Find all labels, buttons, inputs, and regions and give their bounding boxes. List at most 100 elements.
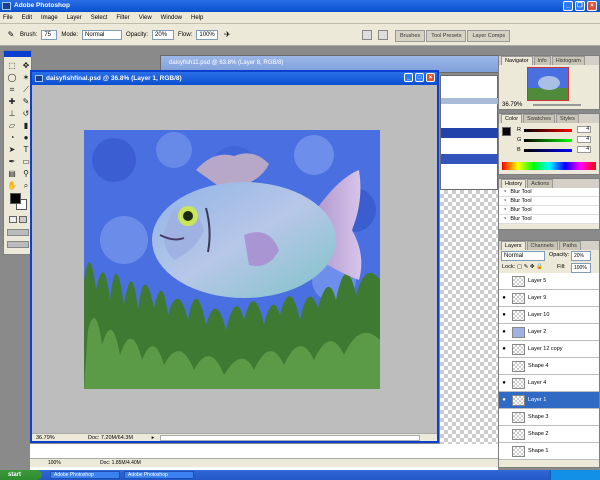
green-value[interactable]: 4 — [577, 136, 591, 143]
tab-info[interactable]: Info — [533, 56, 551, 65]
color-fg-swatch[interactable] — [502, 127, 511, 136]
layer-row[interactable]: ● Layer 2 — [499, 324, 599, 341]
menu-layer[interactable]: Layer — [67, 15, 82, 21]
tab-paths[interactable]: Paths — [558, 241, 581, 250]
zoom-readout[interactable]: 36.79% — [36, 434, 55, 442]
history-item[interactable]: ◔ Blur Tool — [499, 206, 599, 215]
taskbar-item[interactable]: Adobe Photoshop — [50, 471, 120, 479]
foreground-color-swatch[interactable] — [10, 193, 21, 204]
eraser-tool-icon[interactable]: ▱ — [6, 120, 18, 131]
pen-tool-icon[interactable]: ✒ — [6, 156, 18, 167]
doc-maximize-button[interactable]: □ — [415, 73, 424, 82]
doc-close-button[interactable]: × — [426, 73, 435, 82]
visibility-eye-icon[interactable]: ● — [499, 295, 509, 301]
layer-row[interactable]: Shape 2 — [499, 426, 599, 443]
opacity-field[interactable]: 20% — [152, 29, 175, 40]
start-button[interactable]: start — [0, 470, 42, 480]
blue-value[interactable]: 4 — [577, 146, 591, 153]
minimize-button[interactable]: _ — [563, 1, 573, 11]
tab-actions[interactable]: Actions — [527, 179, 554, 188]
menu-filter[interactable]: Filter — [116, 15, 129, 21]
menu-view[interactable]: View — [139, 15, 152, 21]
jump-to-imageready-icon[interactable] — [7, 241, 29, 248]
history-item[interactable]: ◔ Blur Tool — [499, 188, 599, 197]
tab-styles[interactable]: Styles — [556, 114, 579, 123]
visibility-eye-icon[interactable]: ● — [499, 329, 509, 335]
fill-field[interactable]: 100% — [571, 263, 591, 273]
green-slider[interactable] — [524, 139, 572, 142]
marquee-tool-icon[interactable]: ⬚ — [6, 60, 18, 71]
tab-layers[interactable]: Layers — [501, 241, 526, 250]
navigator-zoom-slider[interactable] — [533, 104, 581, 106]
doc-minimize-button[interactable]: _ — [404, 73, 413, 82]
history-item[interactable]: ◔ Blur Tool — [499, 197, 599, 206]
bg-zoom-readout[interactable]: 100% — [48, 459, 61, 467]
well-tab-brushes[interactable]: Brushes — [395, 30, 426, 42]
status-arrow-icon[interactable]: ▸ — [150, 434, 156, 442]
color-spectrum-bar[interactable] — [502, 162, 596, 170]
mode-select[interactable]: Normal — [82, 29, 123, 40]
blur-tool-icon[interactable]: ✎ — [6, 30, 16, 40]
history-item[interactable]: ◔ Blur Tool — [499, 215, 599, 224]
clone-stamp-icon[interactable]: ⊥ — [6, 108, 18, 119]
taskbar-item[interactable]: Adobe Photoshop — [124, 471, 194, 479]
menu-window[interactable]: Window — [161, 15, 182, 21]
restore-button[interactable]: ❐ — [575, 1, 585, 11]
brush-size-field[interactable]: 75 — [41, 29, 58, 40]
layer-row[interactable]: Shape 3 — [499, 409, 599, 426]
navigator-preview[interactable] — [527, 67, 569, 101]
layer-row[interactable]: ● Layer 9 — [499, 290, 599, 307]
menu-edit[interactable]: Edit — [22, 15, 32, 21]
red-slider[interactable] — [524, 129, 572, 132]
crop-tool-icon[interactable]: ⌗ — [6, 84, 18, 95]
visibility-eye-icon[interactable]: ● — [499, 380, 509, 386]
standard-mode-icon[interactable] — [9, 216, 17, 223]
well-tab-layer-comps[interactable]: Layer Comps — [467, 30, 511, 42]
visibility-eye-icon[interactable]: ● — [499, 346, 509, 352]
menu-image[interactable]: Image — [41, 15, 58, 21]
notes-tool-icon[interactable]: ▤ — [6, 168, 18, 179]
tab-color[interactable]: Color — [501, 114, 523, 123]
tab-navigator[interactable]: Navigator — [501, 56, 533, 65]
layer-row[interactable]: ● Layer 4 — [499, 375, 599, 392]
visibility-eye-icon[interactable]: ● — [499, 397, 509, 403]
document-pasteboard[interactable] — [32, 85, 437, 433]
lasso-tool-icon[interactable]: ◯ — [6, 72, 18, 83]
layer-row-selected[interactable]: ● Layer 1 — [499, 392, 599, 409]
image-canvas[interactable] — [84, 130, 380, 389]
menu-file[interactable]: File — [3, 15, 13, 21]
tab-swatches[interactable]: Swatches — [523, 114, 556, 123]
layer-row[interactable]: Shape 4 — [499, 358, 599, 375]
screen-mode-icon[interactable] — [7, 229, 29, 236]
well-tab-tool-presets[interactable]: Tool Presets — [426, 30, 467, 42]
quick-mask-icon[interactable] — [19, 216, 27, 223]
document-title-bar[interactable]: daisyfishfinal.psd @ 36.8% (Layer 1, RGB… — [32, 72, 437, 85]
hand-tool-icon[interactable]: ✋ — [6, 180, 18, 191]
tab-channels[interactable]: Channels — [526, 241, 558, 250]
blue-slider[interactable] — [524, 149, 572, 152]
file-browser-icon[interactable] — [362, 30, 372, 40]
path-selection-icon[interactable]: ➤ — [6, 144, 18, 155]
lock-icons[interactable]: ▢ ✎ ✥ 🔒 — [517, 264, 543, 270]
healing-brush-icon[interactable]: ✚ — [6, 96, 18, 107]
menu-help[interactable]: Help — [191, 15, 203, 21]
layer-row[interactable]: Layer 5 — [499, 273, 599, 290]
flow-field[interactable]: 100% — [196, 29, 219, 40]
layer-row[interactable]: ● Layer 10 — [499, 307, 599, 324]
layer-opacity-field[interactable]: 20% — [571, 251, 591, 261]
red-value[interactable]: 4 — [577, 126, 591, 133]
menu-select[interactable]: Select — [91, 15, 108, 21]
navigator-zoom[interactable]: 36.79% — [502, 102, 522, 108]
close-button[interactable]: × — [587, 1, 597, 11]
horizontal-scrollbar[interactable] — [160, 435, 420, 441]
document-window[interactable]: daisyfishfinal.psd @ 36.8% (Layer 1, RGB… — [30, 70, 439, 443]
palette-toggle-icon[interactable] — [378, 30, 388, 40]
airbrush-icon[interactable]: ✈ — [222, 30, 232, 40]
layer-row[interactable]: Shape 1 — [499, 443, 599, 460]
layer-row[interactable]: ● Layer 12 copy — [499, 341, 599, 358]
visibility-eye-icon[interactable]: ● — [499, 312, 509, 318]
tab-histogram[interactable]: Histogram — [551, 56, 585, 65]
blur-tool-icon[interactable]: ◔ — [6, 132, 18, 143]
tab-history[interactable]: History — [501, 179, 527, 188]
blend-mode-select[interactable]: Normal — [501, 251, 545, 261]
